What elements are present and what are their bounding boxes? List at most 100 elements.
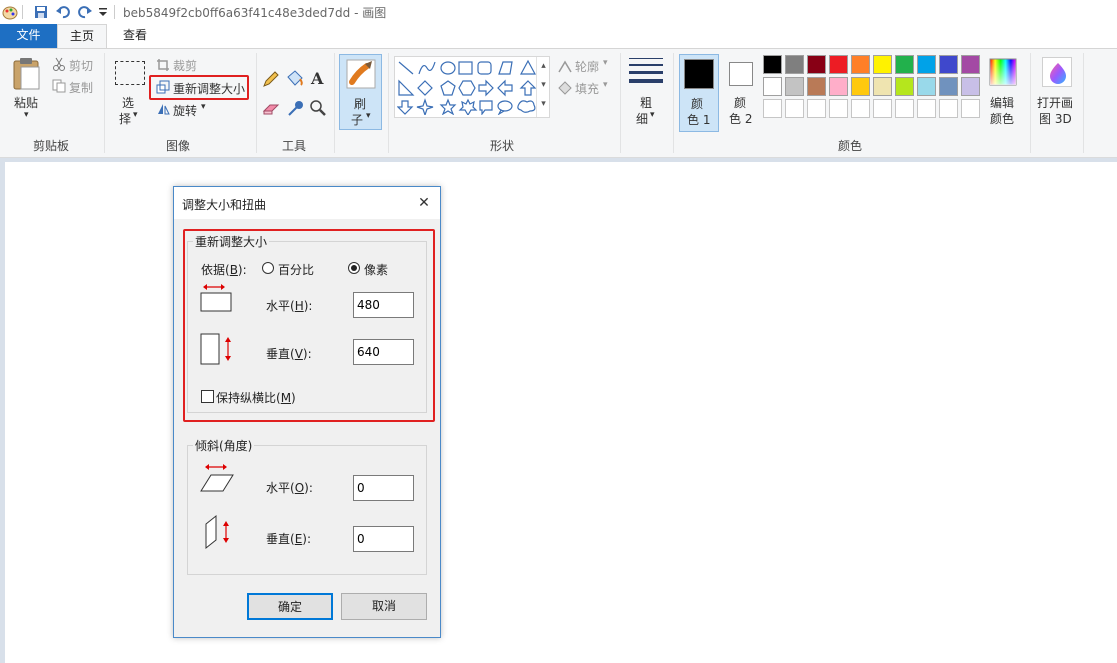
save-icon[interactable]: [33, 4, 49, 20]
color2-button[interactable]: 颜 色 2: [723, 54, 759, 132]
ok-button[interactable]: 确定: [247, 593, 333, 620]
group-label-tools: 工具: [281, 139, 306, 153]
select-button[interactable]: 选: [122, 94, 134, 111]
outline-icon: [558, 60, 572, 73]
fill-bucket-icon[interactable]: [285, 69, 305, 87]
group-divider: [1030, 53, 1031, 153]
paint3d-button-line2[interactable]: 图 3D: [1039, 110, 1072, 127]
brush-icon: [346, 59, 376, 89]
color-swatch[interactable]: [873, 77, 892, 96]
crop-button[interactable]: 裁剪: [173, 57, 197, 74]
color-swatch[interactable]: [807, 55, 826, 74]
color1-label: 颜: [691, 97, 704, 111]
outline-dropdown-icon[interactable]: ▾: [603, 58, 608, 68]
color1-button[interactable]: 颜 色 1: [679, 54, 719, 132]
color-swatch[interactable]: [895, 77, 914, 96]
skew-vertical-label: 垂直(E):: [266, 532, 312, 546]
color-swatch[interactable]: [785, 55, 804, 74]
color-swatch[interactable]: [785, 77, 804, 96]
paint3d-icon[interactable]: [1042, 57, 1072, 87]
group-divider: [104, 53, 105, 153]
color-swatch[interactable]: [873, 55, 892, 74]
brush-label: 刷: [354, 97, 367, 111]
redo-icon[interactable]: [77, 4, 93, 20]
shapes-scroll[interactable]: ▴ ▾ ▾: [536, 57, 550, 117]
shapes-gallery[interactable]: ▴ ▾ ▾: [394, 56, 550, 118]
undo-icon[interactable]: [55, 4, 71, 20]
color-swatch[interactable]: [763, 77, 782, 96]
group-label-clipboard: 剪贴板: [32, 139, 69, 153]
paste-icon[interactable]: [11, 57, 43, 91]
color-swatch[interactable]: [763, 55, 782, 74]
brush-button[interactable]: 刷 子 ▾: [339, 54, 382, 130]
color-swatch[interactable]: [961, 77, 980, 96]
outline-button[interactable]: 轮廓: [575, 58, 599, 75]
custom-color-slot[interactable]: [961, 99, 980, 118]
size-icon: [629, 58, 663, 83]
color-swatch[interactable]: [917, 77, 936, 96]
tab-file[interactable]: 文件: [0, 24, 57, 48]
paste-dropdown-icon[interactable]: ▾: [24, 110, 29, 120]
color-swatch[interactable]: [961, 55, 980, 74]
shapes-icons: [397, 59, 537, 115]
rotate-dropdown-icon[interactable]: ▾: [201, 102, 206, 112]
fill-button[interactable]: 填充: [575, 80, 599, 97]
group-divider: [334, 53, 335, 153]
paste-button[interactable]: 粘贴: [14, 94, 38, 111]
pencil-icon[interactable]: [262, 70, 280, 88]
drawing-canvas[interactable]: [5, 162, 1117, 663]
color-picker-icon[interactable]: [287, 99, 305, 117]
color-swatch[interactable]: [829, 55, 848, 74]
group-divider: [256, 53, 257, 153]
skew-horizontal-input[interactable]: [353, 475, 414, 501]
custom-color-slot[interactable]: [873, 99, 892, 118]
rotate-button[interactable]: 旋转: [173, 102, 197, 119]
group-divider: [673, 53, 674, 153]
eraser-icon[interactable]: [262, 101, 282, 117]
close-icon[interactable]: ✕: [412, 192, 436, 214]
size-dropdown-icon[interactable]: ▾: [650, 110, 655, 120]
select-button-line2[interactable]: 择: [119, 110, 131, 127]
select-icon[interactable]: [115, 61, 145, 85]
vertical-skew-icon: [205, 514, 229, 550]
custom-color-slot[interactable]: [851, 99, 870, 118]
text-tool-icon[interactable]: A: [311, 69, 323, 88]
size-button-line2[interactable]: 细: [636, 110, 648, 127]
paint3d-button[interactable]: 打开画: [1037, 94, 1073, 111]
color2-label: 颜: [734, 96, 747, 110]
custom-color-slot[interactable]: [829, 99, 848, 118]
copy-icon: [52, 79, 66, 93]
edit-colors-button[interactable]: 编辑: [990, 94, 1014, 111]
color-swatch[interactable]: [851, 55, 870, 74]
group-divider: [620, 53, 621, 153]
paint-app-icon[interactable]: [2, 4, 18, 20]
magnifier-icon[interactable]: [309, 99, 327, 117]
select-dropdown-icon[interactable]: ▾: [133, 110, 138, 120]
size-button[interactable]: 粗: [640, 94, 652, 111]
custom-color-slot[interactable]: [785, 99, 804, 118]
group-divider: [1083, 53, 1084, 153]
color1-swatch: [684, 59, 714, 89]
fill-dropdown-icon[interactable]: ▾: [603, 80, 608, 90]
color-swatch[interactable]: [829, 77, 848, 96]
color-swatch[interactable]: [851, 77, 870, 96]
edit-colors-button-line2[interactable]: 颜色: [990, 110, 1014, 127]
title-bar: beb5849f2cb0ff6a63f41c48e3ded7dd - 画图: [0, 0, 1117, 24]
custom-color-slot[interactable]: [763, 99, 782, 118]
color-swatch[interactable]: [939, 77, 958, 96]
color-swatch[interactable]: [939, 55, 958, 74]
custom-color-slot[interactable]: [807, 99, 826, 118]
color-swatch[interactable]: [917, 55, 936, 74]
skew-vertical-input[interactable]: [353, 526, 414, 552]
custom-color-slot[interactable]: [917, 99, 936, 118]
cut-button[interactable]: 剪切: [69, 57, 93, 74]
tab-view[interactable]: 查看: [107, 24, 163, 48]
color-swatch[interactable]: [807, 77, 826, 96]
copy-button[interactable]: 复制: [69, 79, 93, 96]
tab-home[interactable]: 主页: [57, 24, 107, 49]
customize-toolbar-icon[interactable]: [98, 6, 108, 18]
color-swatch[interactable]: [895, 55, 914, 74]
custom-color-slot[interactable]: [895, 99, 914, 118]
custom-color-slot[interactable]: [939, 99, 958, 118]
cancel-button[interactable]: 取消: [341, 593, 427, 620]
